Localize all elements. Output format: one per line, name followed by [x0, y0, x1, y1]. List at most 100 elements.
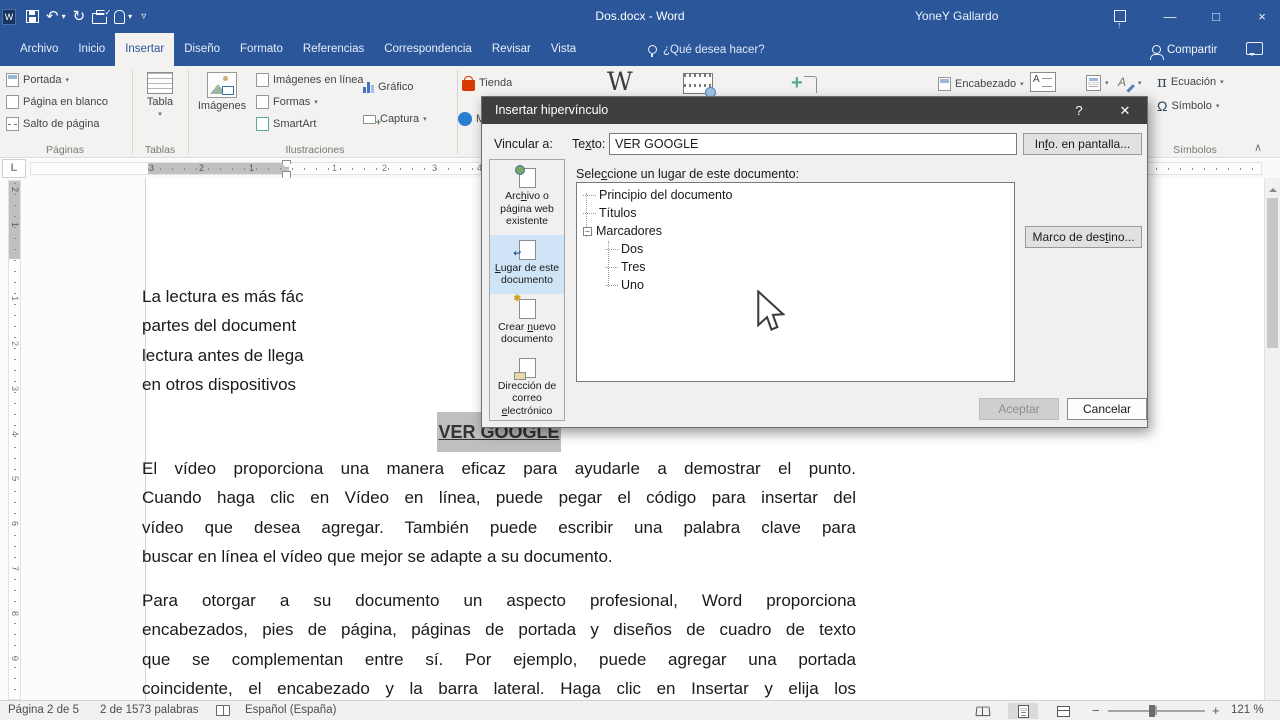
ruler-number: 1 — [332, 163, 337, 174]
zoom-slider-track[interactable] — [1108, 710, 1205, 712]
chevron-down-icon: ▾ — [158, 110, 162, 118]
ruler-number: 1 — [10, 222, 20, 232]
vertical-scrollbar[interactable] — [1264, 178, 1280, 700]
bookmark-button[interactable]: + — [791, 73, 817, 95]
tree-item-dos[interactable]: Dos — [605, 241, 643, 258]
wordart-button[interactable]: A▾ — [1118, 74, 1142, 92]
link-to-panel: Archivo o página web existente ↩ Lugar d… — [489, 159, 565, 421]
ruler-number: 8 — [10, 611, 20, 621]
comments-icon[interactable] — [1246, 42, 1263, 55]
wikipedia-button[interactable]: W — [607, 69, 633, 94]
page-break-label: Salto de página — [23, 118, 99, 130]
share-button[interactable]: Compartir — [1152, 33, 1217, 66]
document-line: Cuando haga clic en Vídeo en línea, pued… — [142, 487, 856, 509]
chevron-down-icon: ▾ — [314, 98, 318, 106]
chart-button[interactable]: Gráfico — [363, 78, 413, 96]
online-video-button[interactable] — [683, 73, 713, 94]
language-indicator[interactable]: Español (España) — [245, 701, 336, 720]
chevron-down-icon: ▾ — [66, 76, 70, 84]
collapse-ribbon-icon[interactable]: ∧ — [1249, 142, 1267, 156]
text-box-button[interactable]: A — [1030, 72, 1056, 92]
table-button[interactable]: Tabla ▾ — [137, 72, 183, 118]
tab-revisar[interactable]: Revisar — [482, 33, 541, 66]
header-icon — [938, 77, 951, 91]
tree-item-tres[interactable]: Tres — [605, 259, 646, 276]
maximize-button[interactable]: □ — [1196, 0, 1236, 33]
zoom-out-button[interactable]: − — [1092, 701, 1100, 720]
online-pictures-button[interactable]: Imágenes en línea — [256, 71, 364, 89]
shapes-button[interactable]: Formas▾ — [256, 93, 318, 111]
document-places-tree[interactable]: Principio del documento Títulos −Marcado… — [576, 182, 1015, 382]
dialog-title[interactable]: Insertar hipervínculo — [482, 97, 1147, 124]
document-line: El vídeo proporciona una manera eficaz p… — [142, 458, 856, 480]
new-document-icon: ✱ — [519, 299, 536, 319]
pictures-button[interactable]: Imágenes — [193, 72, 251, 112]
dialog-help-button[interactable]: ? — [1062, 97, 1096, 124]
nav-create-new-document[interactable]: ✱ Crear nuevo documento — [490, 294, 564, 353]
ruler-number: 6 — [10, 521, 20, 531]
symbol-button[interactable]: Ω Símbolo▾ — [1157, 97, 1219, 115]
read-mode-button[interactable] — [968, 703, 998, 719]
tab-vista[interactable]: Vista — [541, 33, 586, 66]
tree-item-principio[interactable]: Principio del documento — [583, 187, 732, 204]
nav-existing-file[interactable]: Archivo o página web existente — [490, 163, 564, 235]
tab-referencias[interactable]: Referencias — [293, 33, 374, 66]
screentip-button[interactable]: Info. en pantalla... — [1023, 133, 1142, 155]
word-count[interactable]: 2 de 1573 palabras — [100, 701, 198, 720]
ribbon-display-options-button[interactable] — [1100, 0, 1140, 33]
screenshot-button[interactable]: Captura▾ — [363, 110, 427, 128]
equation-button[interactable]: π Ecuación▾ — [1157, 73, 1224, 91]
ruler-number: 2 — [199, 163, 204, 174]
web-layout-button[interactable] — [1048, 703, 1078, 719]
scrollbar-thumb[interactable] — [1267, 198, 1278, 348]
target-frame-button[interactable]: Marco de destino... — [1025, 226, 1142, 248]
tab-formato[interactable]: Formato — [230, 33, 293, 66]
document-line: vídeo que desea agregar. También puede e… — [142, 517, 856, 539]
tree-item-titulos[interactable]: Títulos — [583, 205, 637, 222]
smartart-label: SmartArt — [273, 118, 316, 130]
tab-insertar[interactable]: Insertar — [115, 33, 174, 66]
share-person-icon — [1152, 45, 1161, 54]
cover-page-button[interactable]: Portada▾ — [6, 71, 69, 89]
tab-archivo[interactable]: Archivo — [10, 33, 68, 66]
document-line: encabezados, pies de página, páginas de … — [142, 619, 856, 641]
tab-diseno[interactable]: Diseño — [174, 33, 230, 66]
zoom-slider-thumb[interactable] — [1149, 705, 1155, 717]
close-button[interactable]: × — [1242, 0, 1280, 33]
cancel-button[interactable]: Cancelar — [1067, 398, 1147, 420]
scroll-up-icon[interactable] — [1269, 184, 1277, 192]
table-label: Tabla — [147, 96, 173, 108]
ruler-number: 4 — [10, 431, 20, 441]
print-layout-button[interactable] — [1008, 703, 1038, 719]
display-text-input[interactable] — [609, 133, 1017, 155]
link-to-label: Vincular a: — [494, 137, 553, 151]
proofing-icon[interactable] — [216, 705, 230, 716]
symbol-label: Símbolo — [1171, 100, 1211, 112]
dialog-close-button[interactable]: ✕ — [1108, 97, 1142, 124]
text-box-icon: A — [1030, 72, 1056, 92]
tell-me-box[interactable]: ¿Qué desea hacer? — [648, 33, 765, 66]
zoom-in-button[interactable]: + — [1212, 701, 1220, 720]
minimize-button[interactable]: — — [1150, 0, 1190, 33]
account-user-name[interactable]: YoneY Gallardo — [915, 0, 998, 33]
tab-correspondencia[interactable]: Correspondencia — [374, 33, 482, 66]
tab-inicio[interactable]: Inicio — [68, 33, 115, 66]
nav-email-address[interactable]: Dirección de correo electrónico — [490, 353, 564, 425]
store-button[interactable]: Tienda — [462, 74, 512, 92]
header-button[interactable]: Encabezado▾ — [938, 75, 1024, 93]
tab-stop-selector[interactable]: L — [2, 159, 26, 178]
vertical-ruler[interactable]: 2 1 1 2 3 4 5 6 7 8 9 — [8, 180, 21, 700]
online-pictures-icon — [256, 73, 269, 87]
blank-page-button[interactable]: Página en blanco — [6, 93, 108, 111]
chevron-down-icon: ▾ — [1105, 79, 1109, 87]
zoom-level[interactable]: 121 % — [1231, 701, 1264, 720]
tree-item-uno[interactable]: Uno — [605, 277, 644, 294]
collapse-expander-icon[interactable]: − — [583, 227, 592, 236]
quick-parts-button[interactable]: ▾ — [1086, 74, 1109, 92]
ruler-number: 2 — [382, 163, 387, 174]
page-indicator[interactable]: Página 2 de 5 — [8, 701, 79, 720]
nav-place-in-document[interactable]: ↩ Lugar de este documento — [490, 235, 564, 294]
page-break-button[interactable]: Salto de página — [6, 115, 99, 133]
tree-item-marcadores[interactable]: −Marcadores — [583, 223, 662, 240]
smartart-button[interactable]: SmartArt — [256, 115, 316, 133]
